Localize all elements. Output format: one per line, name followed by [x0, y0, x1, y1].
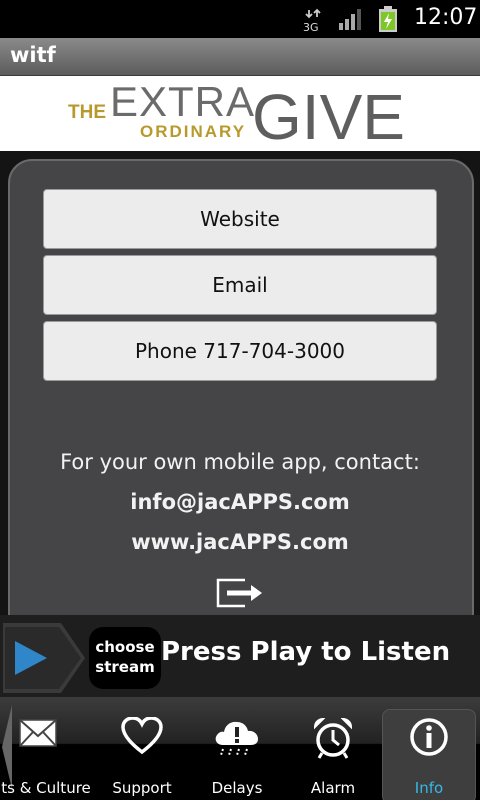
svg-text:GIVE: GIVE [252, 81, 405, 151]
signal-icon [339, 9, 361, 30]
svg-text:ORDINARY: ORDINARY [140, 122, 246, 141]
tab-support[interactable]: Support [98, 697, 186, 800]
extraordinary-give-logo: THE EXTRA ORDINARY GIVE [68, 78, 405, 153]
phone-button[interactable]: Phone 717-704-3000 [43, 321, 437, 381]
email-button[interactable]: Email [43, 255, 437, 315]
exit-icon[interactable] [215, 577, 265, 609]
heart-icon [121, 717, 163, 755]
svg-text:THE: THE [68, 102, 106, 123]
tab-info[interactable]: Info [380, 697, 478, 800]
tab-support-label: Support [112, 779, 172, 797]
app-title-bar: witf [0, 38, 480, 76]
info-icon [410, 718, 448, 756]
tab-info-label: Info [414, 779, 444, 797]
choose-stream-line2: stream [95, 658, 155, 676]
contact-website-link[interactable]: www.jacAPPS.com [0, 530, 480, 554]
tab-arts-culture-label: ts & Culture [1, 779, 91, 797]
tab-delays[interactable]: Delays [192, 697, 282, 800]
tab-alarm[interactable]: Alarm [288, 697, 378, 800]
contact-prompt: For your own mobile app, contact: [60, 450, 420, 474]
tab-delays-label: Delays [211, 779, 263, 797]
bottom-tab-bar: ts & Culture Support Delays Alarm Info [0, 697, 480, 800]
envelope-icon [19, 719, 57, 747]
choose-stream-button[interactable]: choose stream [89, 627, 161, 689]
app-title: witf [10, 43, 56, 67]
status-time: 12:07 [414, 5, 478, 30]
tab-arts-culture[interactable]: ts & Culture [0, 697, 92, 800]
alarm-clock-icon [313, 717, 353, 759]
svg-text:3G: 3G [303, 21, 319, 32]
contact-email-link[interactable]: info@jacAPPS.com [0, 490, 480, 514]
press-play-label: Press Play to Listen [161, 637, 451, 667]
status-bar: 3G 12:07 [0, 0, 480, 38]
website-button[interactable]: Website [43, 189, 437, 249]
audio-player-bar: choose stream Press Play to Listen [0, 615, 480, 697]
network-3g-icon: 3G [303, 8, 321, 32]
battery-charging-icon [379, 6, 397, 32]
tab-alarm-label: Alarm [310, 779, 356, 797]
banner-ad[interactable]: THE EXTRA ORDINARY GIVE [0, 76, 480, 153]
choose-stream-line1: choose [95, 638, 155, 656]
play-icon[interactable] [3, 623, 85, 693]
alert-cloud-icon [215, 721, 258, 756]
svg-text:EXTRA: EXTRA [110, 78, 255, 125]
